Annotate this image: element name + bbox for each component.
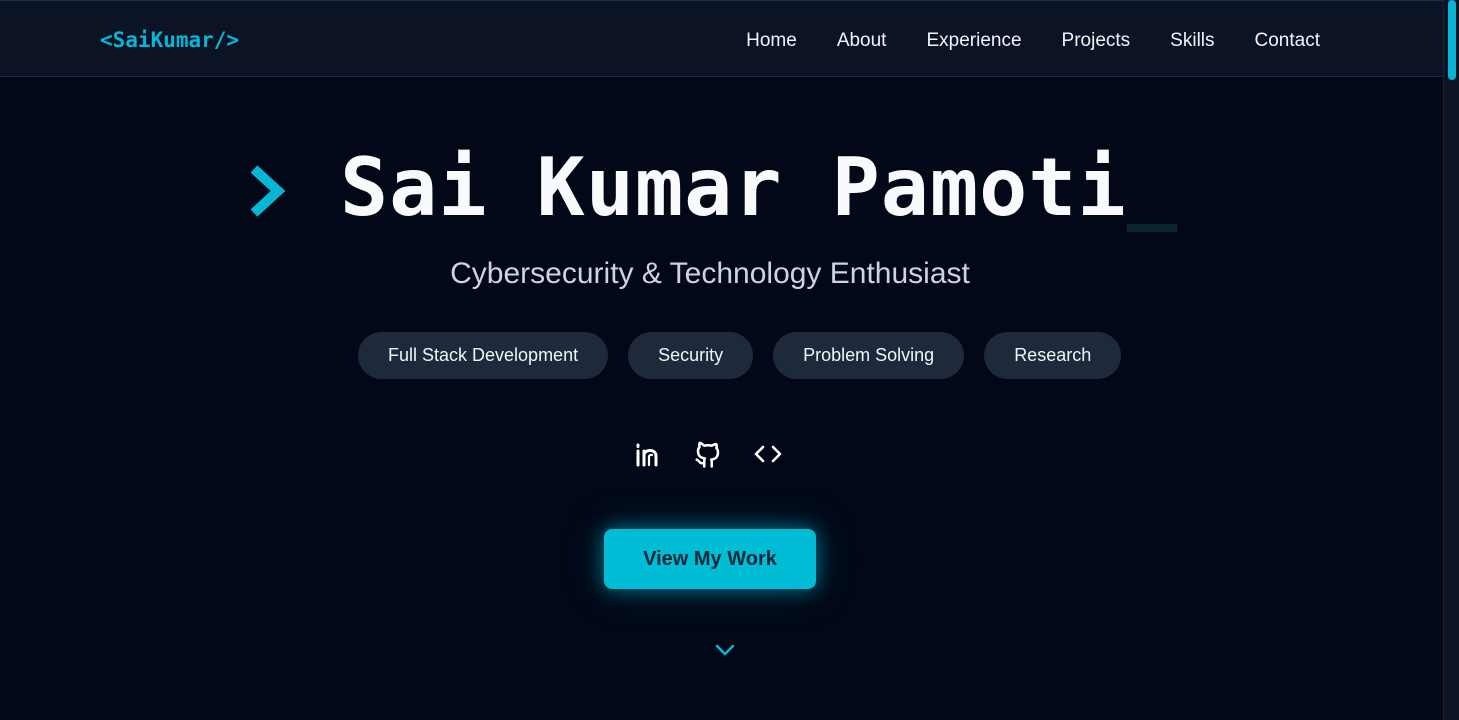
scrollbar[interactable] — [1443, 0, 1459, 720]
nav-link-home[interactable]: Home — [746, 28, 797, 54]
social-links — [632, 436, 784, 472]
linkedin-link[interactable] — [632, 436, 664, 472]
navbar: <SaiKumar/> Home About Experience Projec… — [0, 0, 1443, 77]
code-link[interactable] — [752, 436, 784, 472]
skill-tag: Problem Solving — [773, 332, 965, 379]
github-icon — [695, 441, 720, 468]
chevron-down-icon[interactable] — [713, 641, 737, 659]
page: <SaiKumar/> Home About Experience Projec… — [0, 0, 1459, 720]
logo[interactable]: <SaiKumar/> — [100, 27, 239, 53]
github-link[interactable] — [692, 436, 724, 472]
nav-links: Home About Experience Projects Skills Co… — [746, 28, 1320, 54]
view-my-work-button[interactable]: View My Work — [604, 529, 816, 589]
nav-link-skills[interactable]: Skills — [1170, 28, 1214, 54]
nav-link-projects[interactable]: Projects — [1062, 28, 1131, 54]
code-icon — [754, 445, 782, 463]
skill-tags: Full Stack Development Security Problem … — [358, 332, 1122, 379]
skill-tag: Full Stack Development — [358, 332, 609, 379]
nav-link-experience[interactable]: Experience — [926, 28, 1021, 54]
hero-name: Sai Kumar Pamoti — [340, 141, 1127, 234]
chevron-right-icon — [250, 165, 286, 217]
nav-link-about[interactable]: About — [837, 28, 887, 54]
skill-tag: Research — [984, 332, 1122, 379]
skill-tag: Security — [628, 332, 754, 379]
scrollbar-thumb[interactable] — [1448, 0, 1456, 80]
linkedin-icon — [636, 443, 658, 467]
hero-title: Sai Kumar Pamoti — [246, 138, 1177, 238]
hero-subtitle: Cybersecurity & Technology Enthusiast — [450, 257, 970, 290]
nav-link-contact[interactable]: Contact — [1255, 28, 1320, 54]
typing-cursor — [1126, 224, 1177, 232]
